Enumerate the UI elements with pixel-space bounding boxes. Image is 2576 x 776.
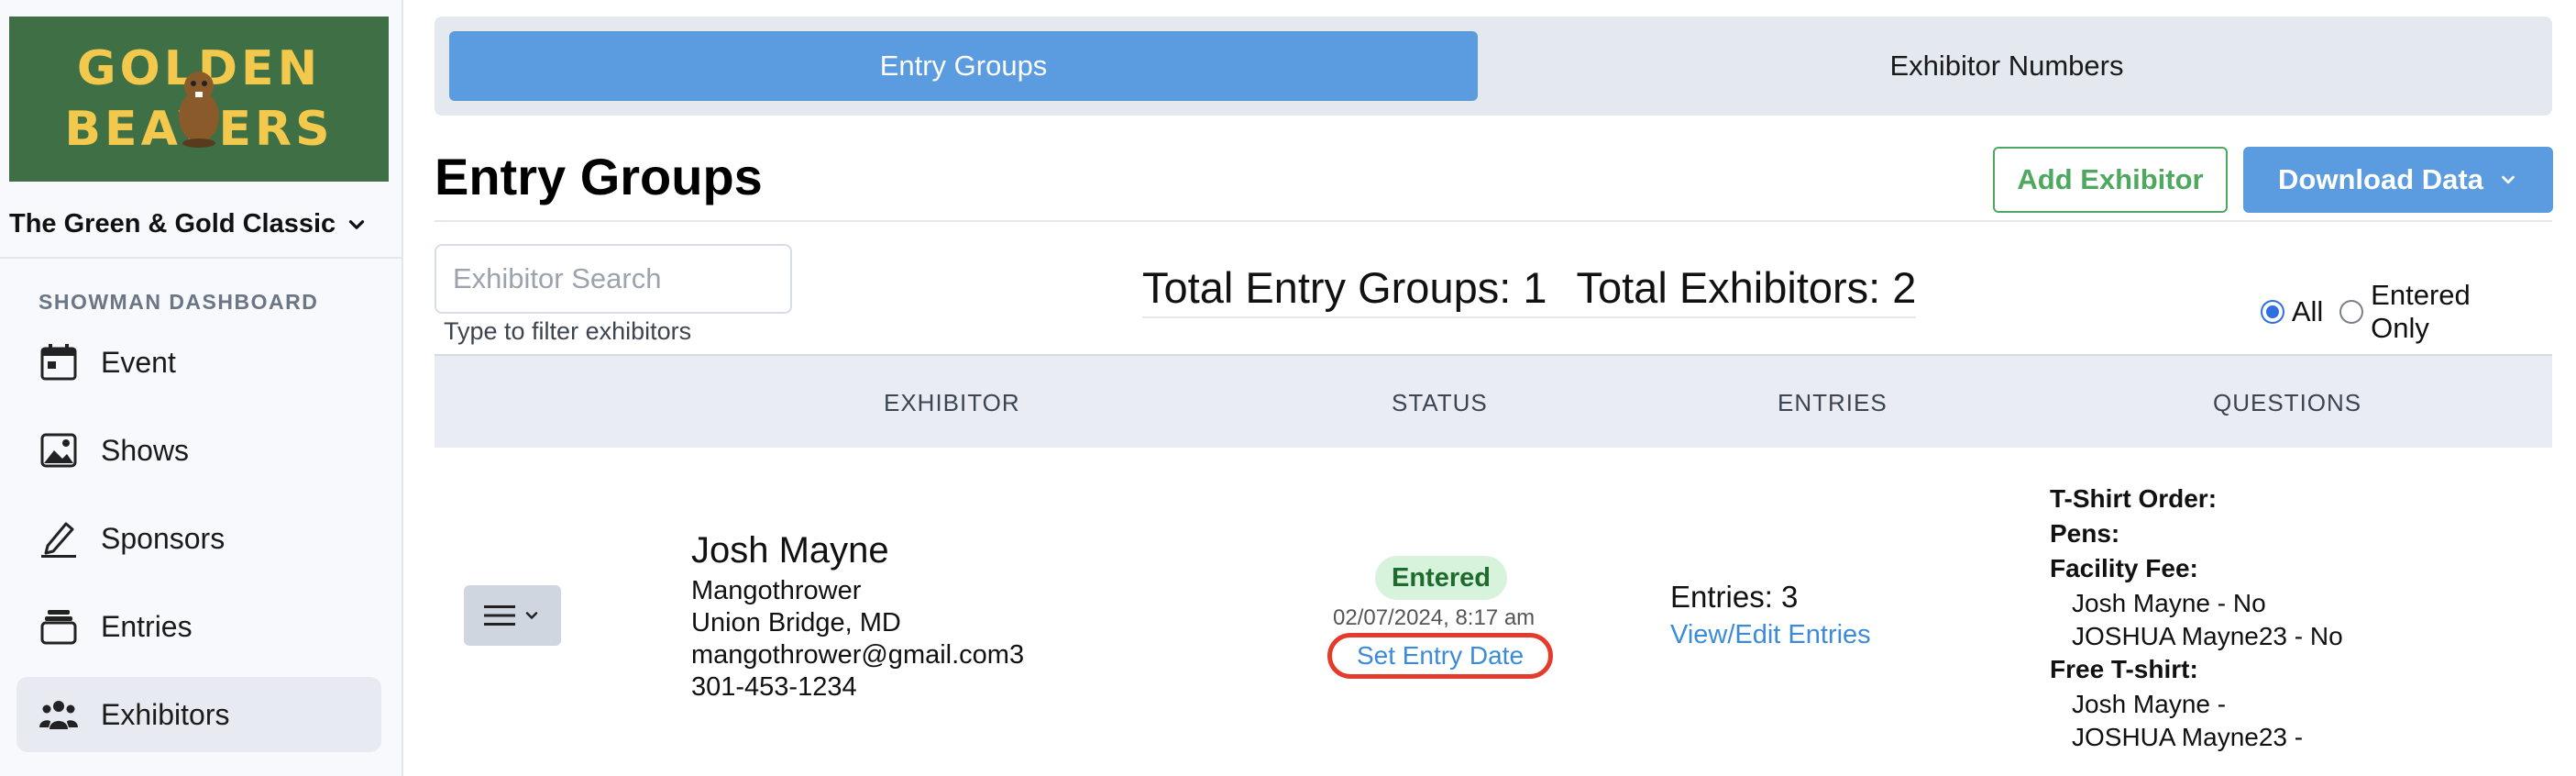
sidebar-item-shows[interactable]: Shows (17, 413, 381, 488)
question-answer: Josh Mayne - (2072, 690, 2227, 718)
column-header-exhibitor[interactable]: EXHIBITOR (884, 389, 1020, 417)
sidebar-item-entries[interactable]: Entries (17, 589, 381, 664)
question-label: T-Shirt Order: (2050, 484, 2218, 513)
set-entry-date-link[interactable]: Set Entry Date (1327, 633, 1553, 679)
exhibitor-search-input[interactable] (435, 244, 792, 314)
hamburger-icon (484, 605, 515, 626)
sidebar: GOLDEN BEAVERS The Green & Gold Classic … (0, 0, 403, 776)
view-edit-entries-link[interactable]: View/Edit Entries (1670, 620, 1871, 650)
tab-bar: Entry Groups Exhibitor Numbers (435, 17, 2552, 116)
title-divider (435, 220, 2552, 222)
column-header-questions[interactable]: QUESTIONS (2213, 389, 2361, 417)
radio-entered-only-label[interactable]: Entered Only (2371, 279, 2536, 345)
question-label: Free T-shirt: (2050, 655, 2198, 683)
sidebar-item-event[interactable]: Event (17, 325, 381, 400)
add-exhibitor-button[interactable]: Add Exhibitor (1993, 147, 2228, 213)
pen-icon (41, 522, 76, 558)
users-icon (39, 701, 78, 729)
exhibitor-name: Josh Mayne (691, 530, 889, 571)
event-selector[interactable]: The Green & Gold Classic (9, 209, 369, 239)
app-root: GOLDEN BEAVERS The Green & Gold Classic … (0, 0, 2576, 776)
total-entry-groups: Total Entry Groups: 1 (1142, 263, 1547, 312)
download-data-label: Download Data (2278, 163, 2483, 195)
totals-summary: Total Entry Groups: 1 Total Exhibitors: 2 (1142, 262, 1917, 318)
filter-radio-group: All Entered Only (2261, 279, 2552, 345)
exhibitor-phone: 301-453-1234 (691, 672, 857, 702)
sidebar-item-label: Exhibitors (101, 697, 230, 731)
search-help-text: Type to filter exhibitors (444, 317, 692, 345)
radio-entered-only[interactable] (2339, 300, 2364, 324)
stack-icon (40, 610, 77, 645)
question-answer: Josh Mayne - No (2072, 589, 2266, 617)
sidebar-item-label: Shows (101, 433, 190, 467)
column-header-status[interactable]: STATUS (1392, 389, 1488, 417)
sidebar-item-label: Event (101, 345, 176, 379)
sidebar-item-exhibitors[interactable]: Exhibitors (17, 677, 381, 752)
exhibitor-farm: Mangothrower (691, 576, 862, 605)
sidebar-section-label: SHOWMAN DASHBOARD (39, 290, 319, 314)
sidebar-item-sponsors[interactable]: Sponsors (17, 501, 381, 576)
tab-exhibitor-numbers[interactable]: Exhibitor Numbers (1480, 31, 2534, 101)
image-icon (40, 433, 77, 468)
entries-count: Entries: 3 (1670, 580, 1799, 614)
beaver-mascot-icon (179, 72, 219, 148)
page-title: Entry Groups (435, 148, 763, 205)
sidebar-item-label: Entries (101, 609, 193, 643)
table-header: EXHIBITOR STATUS ENTRIES QUESTIONS (435, 354, 2552, 448)
exhibitor-location: Union Bridge, MD (691, 608, 901, 637)
golden-beavers-logo[interactable]: GOLDEN BEAVERS (9, 17, 389, 182)
exhibitor-email: mangothrower@gmail.com3 (691, 640, 1025, 670)
chevron-down-icon (2502, 175, 2515, 184)
question-answer: JOSHUA Mayne23 - No (2072, 622, 2343, 650)
radio-all-label[interactable]: All (2292, 295, 2323, 328)
question-label: Facility Fee: (2050, 554, 2198, 582)
row-actions-menu-button[interactable] (464, 585, 561, 646)
event-name: The Green & Gold Classic (9, 209, 336, 238)
column-header-entries[interactable]: ENTRIES (1778, 389, 1888, 417)
status-date: 02/07/2024, 8:17 am (1333, 605, 1536, 630)
radio-all[interactable] (2261, 300, 2284, 324)
sidebar-item-label: Sponsors (101, 521, 226, 555)
total-exhibitors: Total Exhibitors: 2 (1576, 263, 1917, 312)
question-answer: JOSHUA Mayne23 - (2072, 723, 2304, 751)
question-label: Pens: (2050, 519, 2120, 548)
download-data-button[interactable]: Download Data (2243, 147, 2553, 213)
status-badge: Entered (1375, 556, 1507, 600)
sidebar-nav: Event Shows Sponsors Entries Exhibitors (17, 325, 381, 765)
sidebar-divider (0, 257, 403, 259)
calendar-icon (40, 344, 77, 381)
chevron-down-icon (349, 219, 365, 229)
tab-entry-groups[interactable]: Entry Groups (449, 31, 1478, 101)
chevron-down-icon (525, 612, 538, 619)
